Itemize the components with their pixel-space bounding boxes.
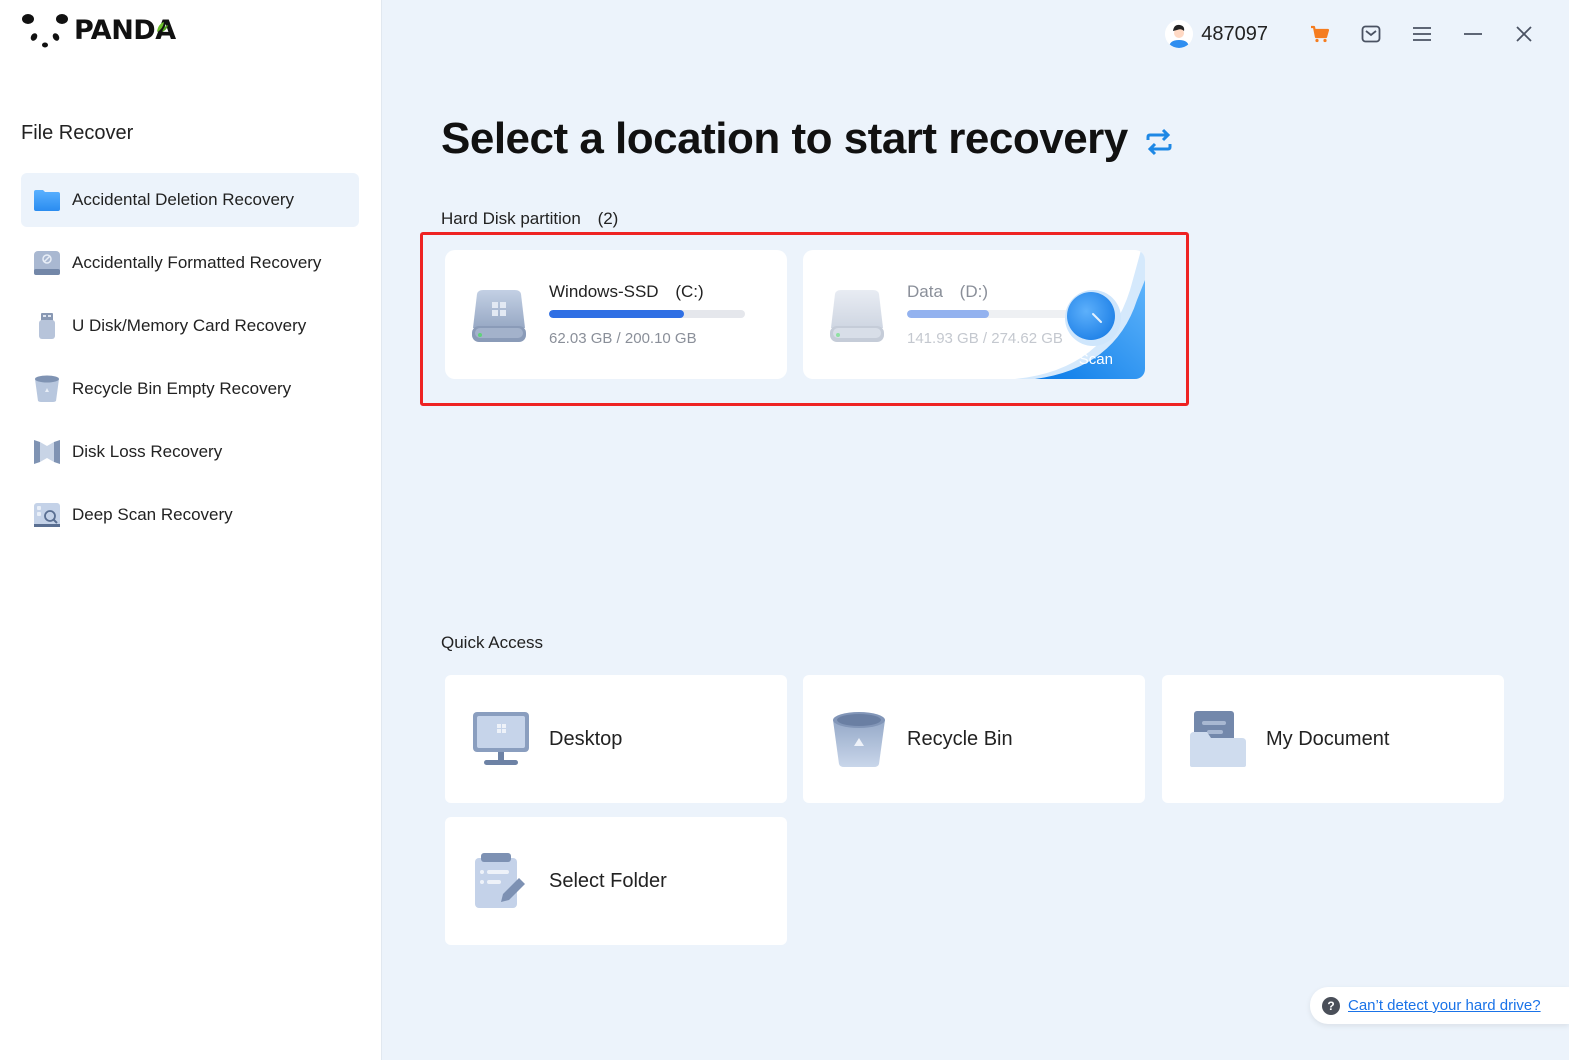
sidebar-item-formatted[interactable]: Accidentally Formatted Recovery: [21, 236, 359, 290]
ssd-drive-icon: [471, 288, 527, 349]
question-icon: ?: [1322, 996, 1340, 1015]
refresh-icon: [1146, 128, 1172, 156]
partitions-label: Hard Disk partition: [441, 209, 581, 228]
section-title: File Recover: [21, 122, 134, 144]
desktop-icon: [471, 709, 531, 769]
folder-icon: [33, 186, 61, 214]
usage-bar: [907, 310, 1077, 318]
minimize-button[interactable]: [1447, 14, 1498, 54]
sidebar-item-label: Disk Loss Recovery: [72, 442, 223, 461]
quick-access-label: Select Folder: [549, 869, 667, 892]
app-logo: PANDA: [20, 12, 176, 48]
select-folder-icon: [471, 851, 531, 911]
sidebar: PANDA File Recover Accidental Deletion R…: [0, 0, 382, 1060]
sidebar-nav: Accidental Deletion Recovery Accidentall…: [21, 173, 359, 551]
recycle-bin-icon: [33, 375, 61, 403]
leaf-icon: [157, 22, 168, 32]
scan-button[interactable]: [1063, 288, 1123, 348]
sidebar-item-disk-loss[interactable]: Disk Loss Recovery: [21, 425, 359, 479]
page-title-text: Select a location to start recovery: [441, 114, 1128, 163]
usage-bar-fill: [907, 310, 989, 318]
message-icon: [1361, 25, 1380, 43]
message-button[interactable]: [1345, 14, 1396, 54]
partition-letter: (C:): [675, 282, 704, 301]
usage-bar: [549, 310, 745, 318]
sidebar-item-usb[interactable]: U Disk/Memory Card Recovery: [21, 299, 359, 353]
title-bar: 487097: [1165, 0, 1569, 68]
sidebar-item-label: Accidental Deletion Recovery: [72, 190, 295, 209]
partition-card-d[interactable]: Data (D:) 141.93 GB / 274.62 GB Scan: [803, 250, 1145, 379]
cart-button[interactable]: [1294, 14, 1345, 54]
formatted-drive-icon: [33, 249, 61, 277]
usb-drive-icon: [33, 312, 61, 340]
recycle-bin-icon: [829, 709, 889, 769]
partition-label: Windows-SSD: [549, 282, 659, 301]
document-folder-icon: [1188, 709, 1248, 769]
menu-button[interactable]: [1396, 14, 1447, 54]
close-icon: [1515, 26, 1532, 42]
cant-detect-drive-link[interactable]: Can’t detect your hard drive?: [1348, 997, 1541, 1014]
user-account[interactable]: 487097: [1165, 20, 1268, 48]
cart-icon: [1310, 25, 1329, 43]
panda-logo-icon: [22, 14, 68, 48]
avatar: [1165, 20, 1194, 48]
sidebar-item-label: Accidentally Formatted Recovery: [72, 253, 322, 272]
deep-scan-icon: [33, 501, 61, 529]
disk-loss-icon: [33, 438, 61, 466]
partition-label: Data: [907, 282, 943, 301]
scan-knob-icon: [1065, 290, 1121, 346]
partition-card-c[interactable]: Windows-SSD (C:) 62.03 GB / 200.10 GB: [445, 250, 787, 379]
quick-access-desktop[interactable]: Desktop: [445, 675, 787, 803]
sidebar-item-accidental-deletion[interactable]: Accidental Deletion Recovery: [21, 173, 359, 227]
partition-size: 62.03 GB / 200.10 GB: [549, 330, 697, 347]
close-button[interactable]: [1498, 14, 1549, 54]
quick-access-label: Desktop: [549, 727, 623, 750]
sidebar-item-label: Recycle Bin Empty Recovery: [72, 379, 292, 398]
partitions-count: (2): [597, 209, 619, 228]
quick-access-recycle-bin[interactable]: Recycle Bin: [803, 675, 1145, 803]
quick-access-heading: Quick Access: [441, 633, 544, 652]
partition-size: 141.93 GB / 274.62 GB: [907, 330, 1063, 347]
user-id: 487097: [1201, 22, 1268, 45]
quick-access-select-folder[interactable]: Select Folder: [445, 817, 787, 945]
scan-label[interactable]: Scan: [1079, 351, 1113, 368]
sidebar-item-deep-scan[interactable]: Deep Scan Recovery: [21, 488, 359, 542]
partition-letter: (D:): [959, 282, 988, 301]
help-banner: ? Can’t detect your hard drive?: [1310, 987, 1569, 1024]
quick-access-label: Recycle Bin: [907, 727, 1013, 750]
menu-icon: [1412, 27, 1431, 41]
refresh-button[interactable]: [1144, 118, 1174, 168]
minimize-icon: [1463, 33, 1482, 35]
partition-name: Windows-SSD (C:): [549, 282, 704, 302]
sidebar-item-recycle-bin[interactable]: Recycle Bin Empty Recovery: [21, 362, 359, 416]
partition-name: Data (D:): [907, 282, 988, 302]
hdd-drive-icon: [829, 288, 885, 349]
quick-access-my-document[interactable]: My Document: [1162, 675, 1504, 803]
page-title: Select a location to start recovery: [441, 110, 1174, 168]
quick-access-label: My Document: [1266, 727, 1390, 750]
usage-bar-fill: [549, 310, 685, 318]
partitions-heading: Hard Disk partition (2): [441, 209, 618, 229]
sidebar-item-label: U Disk/Memory Card Recovery: [72, 316, 307, 335]
sidebar-item-label: Deep Scan Recovery: [72, 505, 233, 524]
